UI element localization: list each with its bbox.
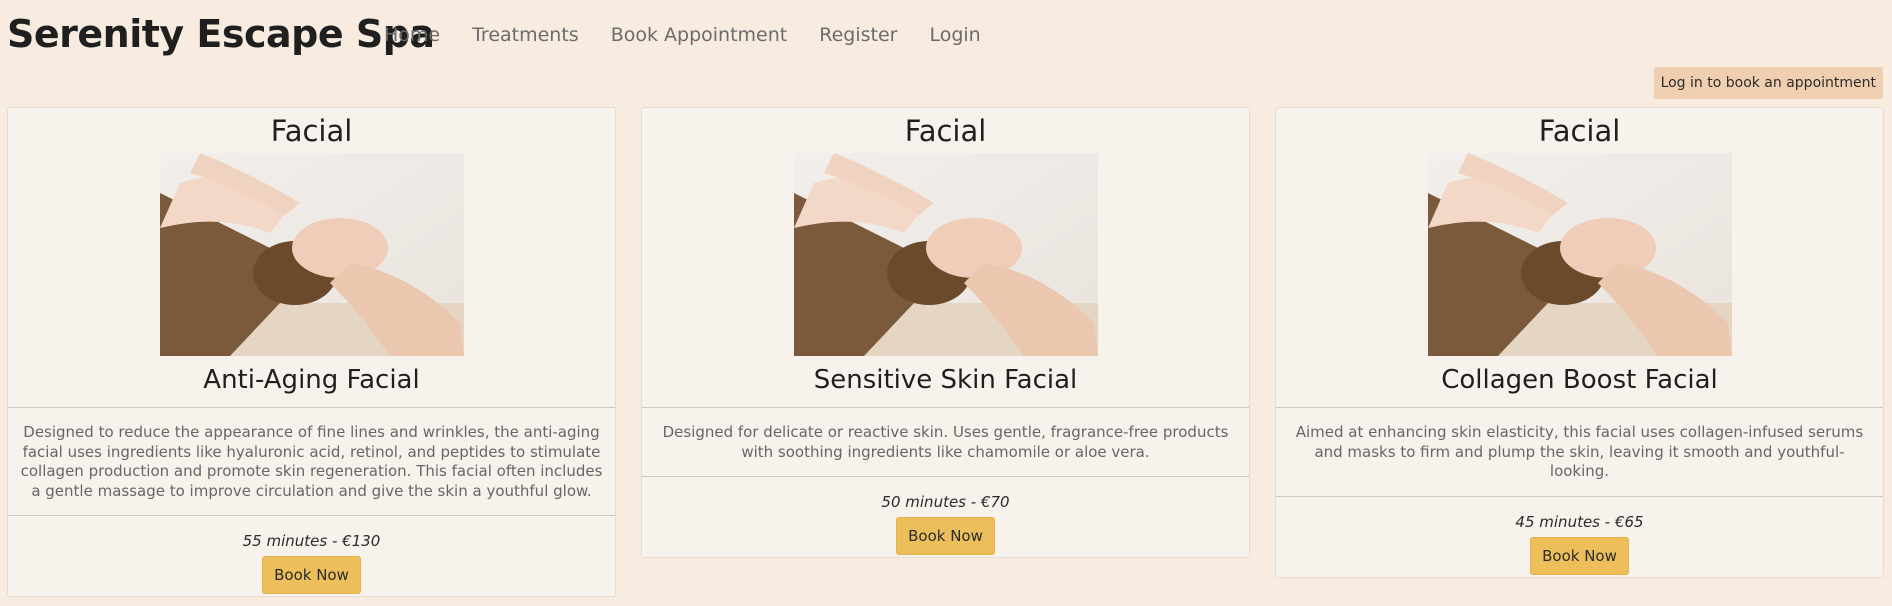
card-treatment-name: Sensitive Skin Facial <box>813 365 1078 395</box>
treatment-cards: Facial Anti-Aging Facial Designed to red… <box>7 107 1885 602</box>
card-category: Facial <box>904 114 987 148</box>
nav-link-treatments[interactable]: Treatments <box>472 24 579 46</box>
treatment-image <box>1427 153 1732 356</box>
nav-link-home[interactable]: Home <box>384 24 440 46</box>
card-duration-price: 55 minutes - €130 <box>242 532 381 550</box>
card-category: Facial <box>270 114 353 148</box>
treatment-card: Facial Anti-Aging Facial Designed to red… <box>7 107 616 597</box>
navbar: Serenity Escape Spa Home Treatments Book… <box>0 0 1892 72</box>
brand-logo[interactable]: Serenity Escape Spa <box>7 12 435 56</box>
card-category: Facial <box>1538 114 1621 148</box>
treatment-card: Facial Sensitive Skin Facial Designed fo… <box>641 107 1250 558</box>
book-now-button[interactable]: Book Now <box>1530 536 1629 575</box>
nav-link-book-appointment[interactable]: Book Appointment <box>611 24 788 46</box>
card-duration-price: 50 minutes - €70 <box>881 493 1010 511</box>
card-description: Designed for delicate or reactive skin. … <box>662 423 1229 461</box>
card-description: Aimed at enhancing skin elasticity, this… <box>1295 423 1864 480</box>
treatment-image <box>793 153 1098 356</box>
book-now-button[interactable]: Book Now <box>896 517 995 555</box>
login-notice: Log in to book an appointment <box>1653 67 1883 99</box>
treatment-image <box>159 153 464 356</box>
book-now-button[interactable]: Book Now <box>262 556 361 594</box>
nav-link-login[interactable]: Login <box>929 24 980 46</box>
card-duration-price: 45 minutes - €65 <box>1515 512 1644 531</box>
card-treatment-name: Collagen Boost Facial <box>1441 365 1718 395</box>
nav-link-register[interactable]: Register <box>819 24 897 46</box>
card-description: Designed to reduce the appearance of fin… <box>20 423 603 500</box>
card-treatment-name: Anti-Aging Facial <box>203 365 420 395</box>
nav-links: Home Treatments Book Appointment Registe… <box>384 24 1013 46</box>
treatment-card: Facial Collagen Boost Facial Aimed at en… <box>1275 107 1884 578</box>
